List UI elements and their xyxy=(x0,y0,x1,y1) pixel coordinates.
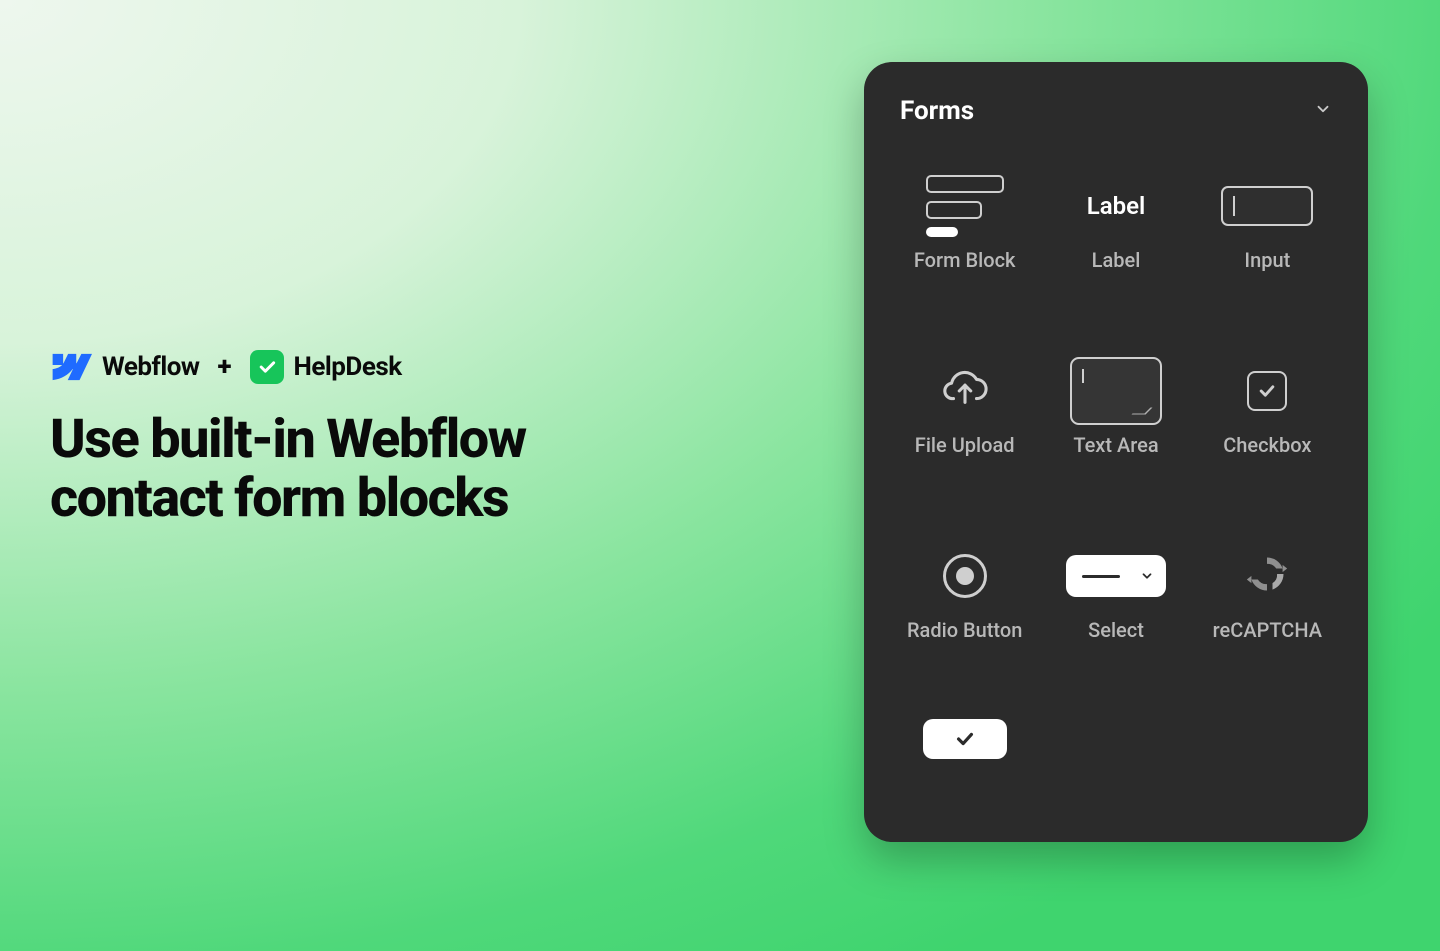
checkbox-icon xyxy=(1195,349,1340,433)
plus-symbol: + xyxy=(217,352,231,382)
recaptcha-icon xyxy=(1195,534,1340,618)
element-radio-button[interactable]: Radio Button xyxy=(892,534,1037,679)
element-submit-button[interactable] xyxy=(892,719,1037,799)
element-label-block[interactable]: Label Label xyxy=(1043,164,1188,309)
element-label: Label xyxy=(1092,248,1141,272)
panel-title: Forms xyxy=(900,96,974,126)
forms-panel: Forms Form Block Label Label xyxy=(864,62,1368,842)
webflow-logo-icon xyxy=(50,353,92,381)
brand-row: Webflow + HelpDesk xyxy=(50,350,690,384)
element-file-upload[interactable]: File Upload xyxy=(892,349,1037,494)
radio-icon xyxy=(892,534,1037,618)
element-label: File Upload xyxy=(915,433,1015,457)
webflow-label: Webflow xyxy=(102,352,199,382)
element-label: Form Block xyxy=(914,248,1016,272)
helpdesk-label: HelpDesk xyxy=(294,352,402,382)
element-label: Input xyxy=(1244,248,1290,272)
element-label: Radio Button xyxy=(907,618,1022,642)
form-block-icon xyxy=(892,164,1037,248)
chevron-down-icon[interactable] xyxy=(1314,100,1332,122)
element-label: reCAPTCHA xyxy=(1213,618,1322,642)
heading-line-2: contact form blocks xyxy=(50,467,508,530)
element-recaptcha[interactable]: reCAPTCHA xyxy=(1195,534,1340,679)
submit-button-icon xyxy=(892,719,1037,759)
forms-grid: Form Block Label Label Input xyxy=(892,164,1340,799)
empty-cell xyxy=(1195,719,1340,799)
select-dropdown-icon xyxy=(1043,534,1188,618)
element-label: Checkbox xyxy=(1223,433,1311,457)
element-select[interactable]: Select xyxy=(1043,534,1188,679)
textarea-icon xyxy=(1043,349,1188,433)
element-form-block[interactable]: Form Block xyxy=(892,164,1037,309)
element-checkbox[interactable]: Checkbox xyxy=(1195,349,1340,494)
element-label: Text Area xyxy=(1073,433,1158,457)
label-text-icon: Label xyxy=(1043,164,1188,248)
empty-cell xyxy=(1043,719,1188,799)
helpdesk-brand: HelpDesk xyxy=(250,350,402,384)
webflow-brand: Webflow xyxy=(50,352,199,382)
hero-left: Webflow + HelpDesk Use built-in Webflow … xyxy=(50,350,690,529)
heading-line-1: Use built-in Webflow xyxy=(50,408,526,471)
element-text-area[interactable]: Text Area xyxy=(1043,349,1188,494)
input-field-icon xyxy=(1195,164,1340,248)
element-label: Select xyxy=(1088,618,1144,642)
helpdesk-logo-icon xyxy=(250,350,284,384)
page-heading: Use built-in Webflow contact form blocks xyxy=(50,410,690,529)
element-input[interactable]: Input xyxy=(1195,164,1340,309)
cloud-upload-icon xyxy=(892,349,1037,433)
panel-header[interactable]: Forms xyxy=(892,92,1340,136)
